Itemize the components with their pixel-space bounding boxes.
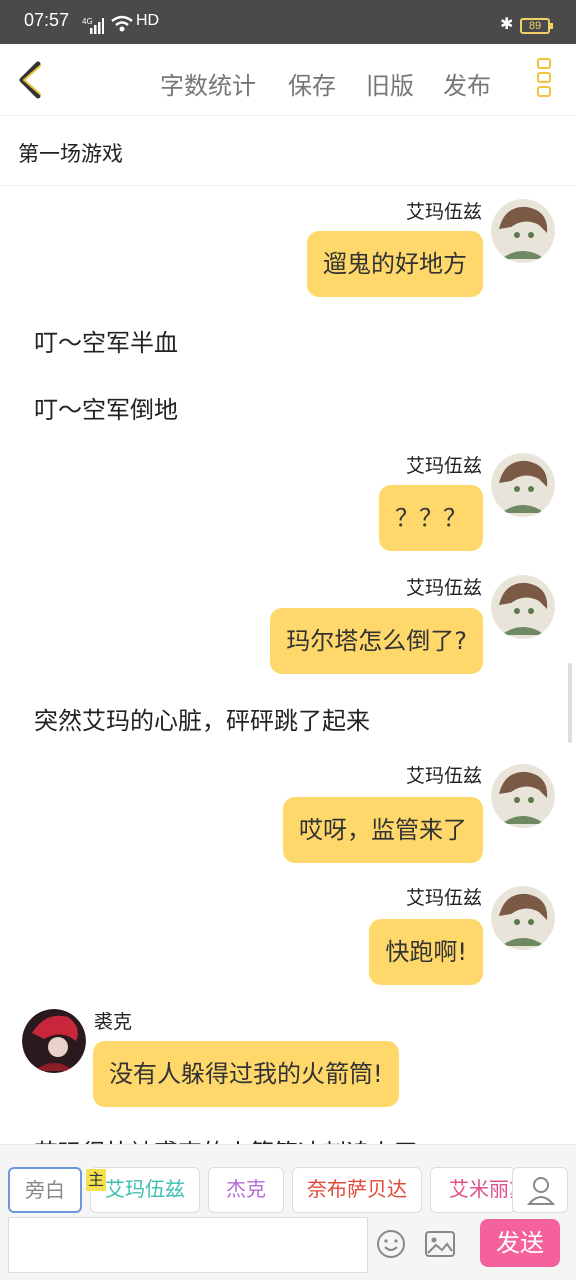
status-bar: 07:57 4G HD ✱ 89 [0, 0, 576, 44]
manage-characters-button[interactable] [512, 1167, 568, 1213]
character-chip[interactable]: 奈布萨贝达 [292, 1167, 422, 1213]
editor-toolbar: 字数统计 保存 旧版 发布 [0, 44, 576, 116]
message-bubble[interactable]: 快跑啊! [369, 919, 483, 985]
avatar[interactable] [491, 453, 555, 517]
narration-text[interactable]: 艾玛很快被裘克的火箭筒冲刺追上了 [34, 1133, 418, 1144]
menu-dot-icon [537, 58, 551, 69]
back-button[interactable] [10, 58, 54, 102]
avatar-emma-icon [491, 886, 555, 950]
avatar-emma-icon [491, 453, 555, 517]
message-input[interactable] [8, 1217, 368, 1273]
scrollbar[interactable] [568, 663, 572, 743]
avatar-joker-icon [22, 1009, 86, 1073]
message-bubble[interactable]: 没有人躲得过我的火箭筒! [93, 1041, 399, 1107]
avatar[interactable] [491, 886, 555, 950]
avatar[interactable] [491, 575, 555, 639]
character-chip-label: 奈布萨贝达 [307, 1177, 407, 1201]
narration-text[interactable]: 突然艾玛的心脏，砰砰跳了起来 [34, 701, 370, 736]
avatar-emma-icon [491, 199, 555, 263]
character-chip-label: 杰克 [226, 1177, 266, 1201]
sender-name: 艾玛伍兹 [405, 577, 482, 599]
send-button[interactable]: 发送 [480, 1219, 560, 1267]
avatar-emma-icon [491, 764, 555, 828]
character-chip-label: 艾米丽黛尔 [449, 1177, 515, 1201]
composer-panel: 旁白 艾玛伍兹 主 杰克 奈布萨贝达 艾米丽黛尔 发送 [0, 1144, 576, 1280]
more-menu-button[interactable] [532, 58, 556, 102]
message-bubble[interactable]: 哎呀，监管来了 [283, 797, 483, 863]
host-badge: 主 [86, 1169, 106, 1191]
character-chip[interactable]: 艾玛伍兹 [90, 1167, 200, 1213]
message-bubble[interactable]: 遛鬼的好地方 [307, 231, 483, 297]
character-chip-label: 旁白 [25, 1178, 65, 1202]
publish-button[interactable]: 发布 [443, 66, 491, 101]
image-icon[interactable] [424, 1229, 456, 1259]
narration-text[interactable]: 叮～空军半血 [34, 323, 178, 358]
status-time: 07:57 [24, 10, 70, 30]
chat-area[interactable]: 艾玛伍兹 遛鬼的好地方 叮～空军半血 叮～空军倒地 艾玛伍兹 ？？？ 艾玛伍兹 … [0, 187, 576, 1144]
sender-name: 裘克 [94, 1011, 133, 1033]
character-chip[interactable]: 艾米丽黛尔 [430, 1167, 516, 1213]
message-bubble[interactable]: 玛尔塔怎么倒了? [270, 608, 483, 674]
wifi-icon [111, 15, 133, 32]
menu-dot-icon [537, 86, 551, 97]
chevron-left-icon [19, 61, 41, 99]
narration-text[interactable]: 叮～空军倒地 [34, 390, 178, 425]
signal-icon [90, 18, 104, 34]
sender-name: 艾玛伍兹 [405, 887, 482, 909]
character-chip[interactable]: 杰克 [208, 1167, 284, 1213]
avatar[interactable] [22, 1009, 86, 1073]
old-version-button[interactable]: 旧版 [366, 66, 414, 101]
avatar-emma-icon [491, 575, 555, 639]
battery-icon: 89 [520, 18, 553, 34]
save-button[interactable]: 保存 [288, 66, 336, 101]
sender-name: 艾玛伍兹 [405, 765, 482, 787]
menu-dot-icon [537, 72, 551, 83]
message-bubble[interactable]: ？？？ [379, 485, 483, 551]
story-title-bar[interactable]: 第一场游戏 [0, 116, 576, 186]
person-icon [526, 1177, 556, 1205]
avatar[interactable] [491, 199, 555, 263]
character-chip-narrator[interactable]: 旁白 [8, 1167, 82, 1213]
emoji-icon[interactable] [376, 1229, 406, 1259]
character-chip-label: 艾玛伍兹 [105, 1177, 185, 1201]
sender-name: 艾玛伍兹 [405, 201, 482, 223]
bluetooth-icon: ✱ [500, 14, 514, 33]
word-count-button[interactable]: 字数统计 [160, 66, 256, 101]
sender-name: 艾玛伍兹 [405, 455, 482, 477]
network-label: HD [136, 12, 160, 29]
story-title: 第一场游戏 [18, 142, 123, 166]
avatar[interactable] [491, 764, 555, 828]
